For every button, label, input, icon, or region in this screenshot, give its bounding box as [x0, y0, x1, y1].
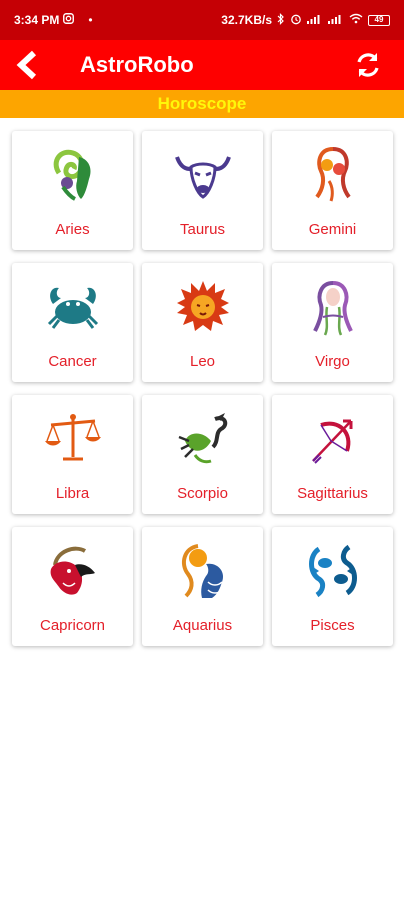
gemini-icon [303, 145, 363, 205]
sign-card-sagittarius[interactable]: Sagittarius [272, 395, 393, 514]
status-time: 3:34 PM [14, 13, 60, 27]
leo-icon [173, 277, 233, 337]
sign-label: Aries [55, 221, 90, 238]
net-speed: 32.7KB/s [221, 13, 272, 27]
status-left: 3:34 PM • [14, 13, 93, 27]
sign-card-aquarius[interactable]: Aquarius [142, 527, 263, 646]
back-arrow-icon [16, 50, 37, 80]
status-right: 32.7KB/s 49 [221, 12, 390, 28]
sign-label: Aquarius [172, 617, 233, 634]
zodiac-grid: Aries Taurus Gemini Cancer Leo Virgo Lib… [12, 131, 393, 646]
sign-label: Sagittarius [297, 485, 368, 502]
sign-card-leo[interactable]: Leo [142, 263, 263, 382]
sign-label: Pisces [310, 617, 355, 634]
sign-card-pisces[interactable]: Pisces [272, 527, 393, 646]
sign-card-scorpio[interactable]: Scorpio [142, 395, 263, 514]
sign-card-gemini[interactable]: Gemini [272, 131, 393, 250]
sagittarius-icon [303, 409, 363, 469]
wifi-icon [349, 13, 363, 27]
sign-card-capricorn[interactable]: Capricorn [12, 527, 133, 646]
aquarius-icon [173, 541, 233, 601]
app-title: AstroRobo [80, 52, 194, 77]
pisces-icon [303, 541, 363, 601]
sign-card-virgo[interactable]: Virgo [272, 263, 393, 382]
refresh-button[interactable] [348, 45, 388, 85]
battery-icon: 49 [368, 14, 390, 26]
sign-label: Capricorn [39, 617, 106, 634]
aries-icon [43, 145, 103, 205]
libra-icon [43, 409, 103, 469]
status-bar: 3:34 PM • 32.7KB/s 49 [0, 0, 404, 40]
sign-label: Libra [55, 485, 90, 502]
capricorn-icon [43, 541, 103, 601]
back-button[interactable] [16, 45, 56, 85]
signal-icon-2 [328, 13, 344, 27]
signal-icon-1 [307, 13, 323, 27]
alarm-icon [290, 13, 302, 28]
cancer-icon [43, 277, 103, 337]
refresh-icon [357, 53, 379, 77]
dot-icon: • [88, 13, 93, 27]
sign-label: Scorpio [177, 485, 228, 502]
sign-label: Leo [189, 353, 216, 370]
section-title: Horoscope [0, 90, 404, 118]
sign-label: Virgo [315, 353, 350, 370]
app-bar: AstroRobo [0, 40, 404, 90]
sign-card-taurus[interactable]: Taurus [142, 131, 263, 250]
virgo-icon [303, 277, 363, 337]
sign-label: Gemini [308, 221, 357, 238]
instagram-icon [63, 13, 75, 27]
taurus-icon [173, 145, 233, 205]
sign-label: Taurus [179, 221, 226, 238]
bluetooth-icon [277, 12, 285, 28]
sign-label: Cancer [48, 353, 97, 370]
sign-card-aries[interactable]: Aries [12, 131, 133, 250]
sign-card-cancer[interactable]: Cancer [12, 263, 133, 382]
scorpio-icon [173, 409, 233, 469]
sign-card-libra[interactable]: Libra [12, 395, 133, 514]
